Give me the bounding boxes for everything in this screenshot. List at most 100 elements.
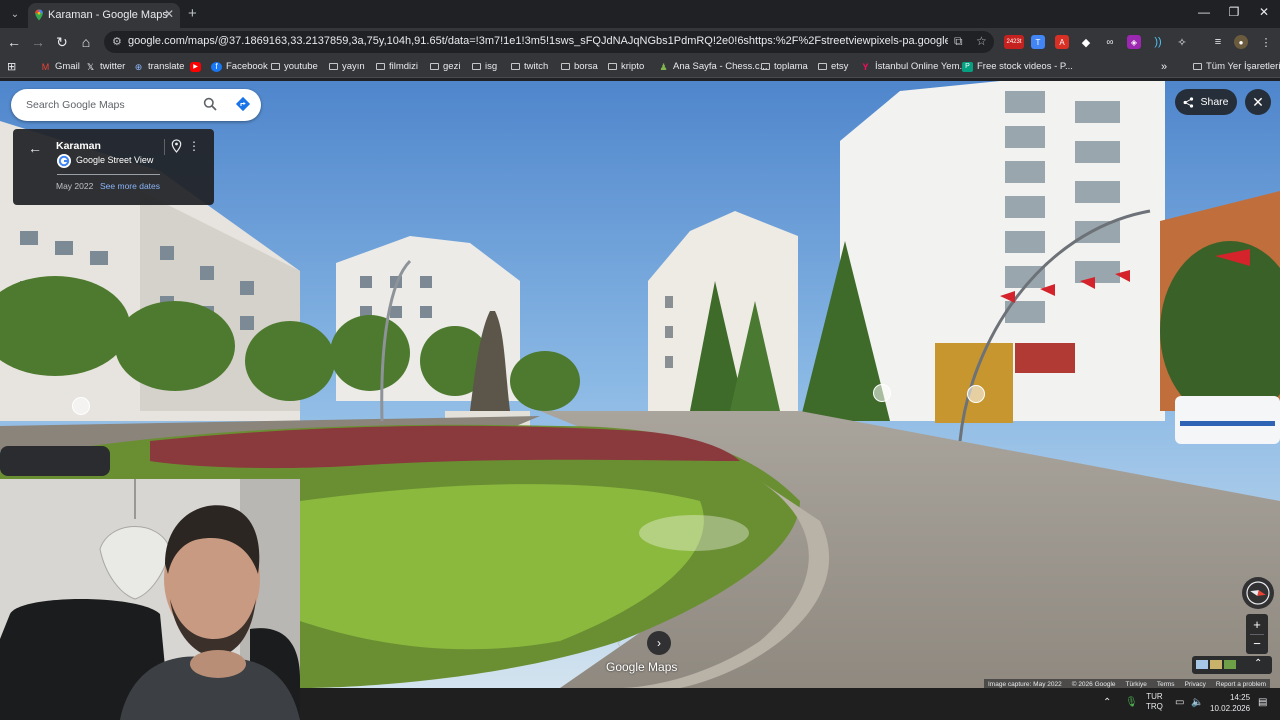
tab-close-icon[interactable]: ✕ [164, 7, 174, 21]
folder-icon [761, 63, 770, 70]
install-app-icon[interactable]: ⧉ [954, 34, 963, 49]
tray-overflow-icon[interactable]: ⌃ [1103, 697, 1111, 708]
bookmark-star-icon[interactable]: ☆ [976, 34, 987, 48]
back-arrow-icon[interactable]: ← [28, 140, 42, 156]
bookmarks-overflow-button[interactable]: » [1161, 59, 1167, 74]
bookmark-folder-borsa[interactable]: borsa [561, 59, 598, 74]
zoom-in-button[interactable]: + [1246, 616, 1268, 633]
folder-icon [608, 63, 617, 70]
bookmark-folder-twitch[interactable]: twitch [511, 59, 548, 74]
media-control-icon[interactable]: ≡ [1211, 35, 1225, 49]
bookmark-chess[interactable]: ♟ Ana Sayfa - Chess.c... [658, 59, 767, 74]
bookmark-youtube-link[interactable]: ▶ [190, 59, 205, 74]
volume-icon[interactable]: 🔈 [1191, 697, 1203, 708]
system-clock[interactable]: 14:25 10.02.2026 [1210, 692, 1250, 714]
directions-icon[interactable] [235, 96, 251, 112]
folder-icon [430, 63, 439, 70]
home-icon[interactable]: ⌂ [78, 34, 94, 50]
new-tab-button[interactable]: + [188, 5, 197, 22]
search-input[interactable]: Search Google Maps [26, 99, 125, 111]
bookmark-translate[interactable]: ⊕ translate [133, 59, 185, 74]
search-icon[interactable] [203, 97, 217, 111]
privacy-link[interactable]: Privacy [1185, 681, 1206, 688]
terms-link[interactable]: Terms [1157, 681, 1175, 688]
microphone-icon[interactable]: 🎙 [1125, 697, 1138, 708]
location-pin-icon[interactable] [171, 139, 182, 153]
bookmarks-bar: ⊞ M Gmail 𝕏twitter ⊕ translate ▶ f Facebook… [0, 56, 1280, 78]
tab-karaman[interactable]: Karaman - Google Maps ✕ [28, 3, 180, 28]
all-bookmarks-button[interactable]: Tüm Yer İşaretleri [1193, 59, 1280, 74]
more-options-icon[interactable]: ⋮ [188, 139, 200, 153]
previous-photo-button[interactable]: ‹ [608, 632, 630, 654]
bookmark-istanbul-yemek[interactable]: Y İstanbul Online Yem... [860, 59, 967, 74]
bookmark-folder-etsy[interactable]: etsy [818, 59, 848, 74]
folder-icon [329, 63, 338, 70]
chess-icon: ♟ [659, 61, 668, 72]
capture-date: May 2022 [56, 181, 94, 191]
back-icon[interactable]: ← [6, 34, 22, 50]
bookmark-folder-gezi[interactable]: gezi [430, 59, 460, 74]
site-info-icon[interactable]: ⚙ [112, 35, 122, 48]
report-problem-link[interactable]: Report a problem [1216, 681, 1266, 688]
bookmark-pexels[interactable]: P Free stock videos - P... [962, 59, 1073, 74]
card-vertical-divider [164, 139, 165, 155]
street-view-marker-icon[interactable] [72, 397, 90, 415]
tab-title: Karaman - Google Maps [48, 9, 168, 21]
country-link[interactable]: Türkiye [1126, 681, 1147, 688]
street-view-marker-icon[interactable] [967, 385, 985, 403]
bookmark-gmail[interactable]: M Gmail [40, 59, 80, 74]
bookmark-folder-isg[interactable]: isg [472, 59, 497, 74]
diamond-extension-icon[interactable]: ◆ [1079, 35, 1093, 49]
next-photo-button[interactable]: › [647, 631, 671, 655]
input-language-indicator[interactable]: TUR TRQ [1146, 692, 1163, 712]
folder-icon [472, 63, 481, 70]
bookmark-facebook[interactable]: f Facebook [211, 59, 268, 74]
forward-icon[interactable]: → [30, 34, 46, 50]
bookmark-folder-filmdizi[interactable]: filmdizi [376, 59, 418, 74]
copyright-text: © 2026 Google [1071, 680, 1116, 688]
google-maps-favicon-icon [35, 9, 43, 21]
url-text[interactable]: google.com/maps/@37.1869163,33.2137859,3… [128, 35, 948, 47]
share-button[interactable]: Share [1175, 89, 1237, 115]
see-more-dates-link[interactable]: See more dates [100, 181, 160, 191]
satellite-thumbnail-icon[interactable] [1210, 660, 1222, 669]
imagery-thumbnails[interactable]: ⌃ [1192, 656, 1272, 674]
extension-badge-icon[interactable]: 2423t [1004, 35, 1024, 49]
terrain-thumbnail-icon[interactable] [1224, 660, 1236, 669]
network-icon[interactable]: ▭ [1175, 697, 1184, 708]
map-thumbnail-icon[interactable] [1196, 660, 1208, 669]
bookmark-folder-yayin[interactable]: yayın [329, 59, 365, 74]
restore-icon[interactable]: ❐ [1224, 5, 1244, 19]
notification-icon[interactable]: ▤ [1258, 697, 1267, 708]
compass-icon[interactable] [1242, 577, 1274, 609]
twitch-extension-icon[interactable]: ◈ [1127, 35, 1141, 49]
card-divider-line [57, 174, 160, 175]
profile-avatar-icon[interactable]: ● [1234, 35, 1248, 49]
address-bar[interactable]: ⚙ google.com/maps/@37.1869163,33.2137859… [104, 31, 994, 53]
minimize-icon[interactable]: — [1194, 5, 1214, 19]
street-view-marker-icon[interactable] [873, 384, 891, 402]
apps-grid-icon[interactable]: ⊞ [7, 59, 16, 74]
extensions-puzzle-icon[interactable]: ✧ [1175, 35, 1189, 49]
reload-icon[interactable]: ↻ [54, 34, 70, 50]
expand-up-icon[interactable]: ⌃ [1254, 658, 1262, 669]
search-box[interactable]: Search Google Maps [11, 89, 261, 121]
pexels-icon: P [962, 61, 973, 72]
window-close-icon[interactable]: ✕ [1254, 5, 1274, 19]
audio-extension-icon[interactable]: )) [1151, 35, 1165, 49]
glasses-extension-icon[interactable]: ∞ [1103, 35, 1117, 49]
tab-search-button[interactable]: ⌄ [6, 5, 24, 23]
browser-menu-icon[interactable]: ⋮ [1259, 35, 1273, 49]
share-icon [1184, 96, 1194, 108]
bookmark-folder-kripto[interactable]: kripto [608, 59, 644, 74]
translate-extension-icon[interactable]: T [1031, 35, 1045, 49]
bookmark-folder-toplama[interactable]: toplama [761, 59, 808, 74]
adblock-extension-icon[interactable]: A [1055, 35, 1069, 49]
zoom-out-button[interactable]: − [1246, 635, 1268, 652]
bookmark-folder-youtube[interactable]: youtube [271, 59, 318, 74]
x-icon: 𝕏 [86, 61, 95, 72]
bookmark-twitter[interactable]: 𝕏twitter [85, 59, 125, 74]
place-name[interactable]: Karaman [56, 140, 101, 152]
source-label: Google Street View [76, 155, 154, 165]
close-street-view-icon[interactable]: ✕ [1245, 89, 1271, 115]
